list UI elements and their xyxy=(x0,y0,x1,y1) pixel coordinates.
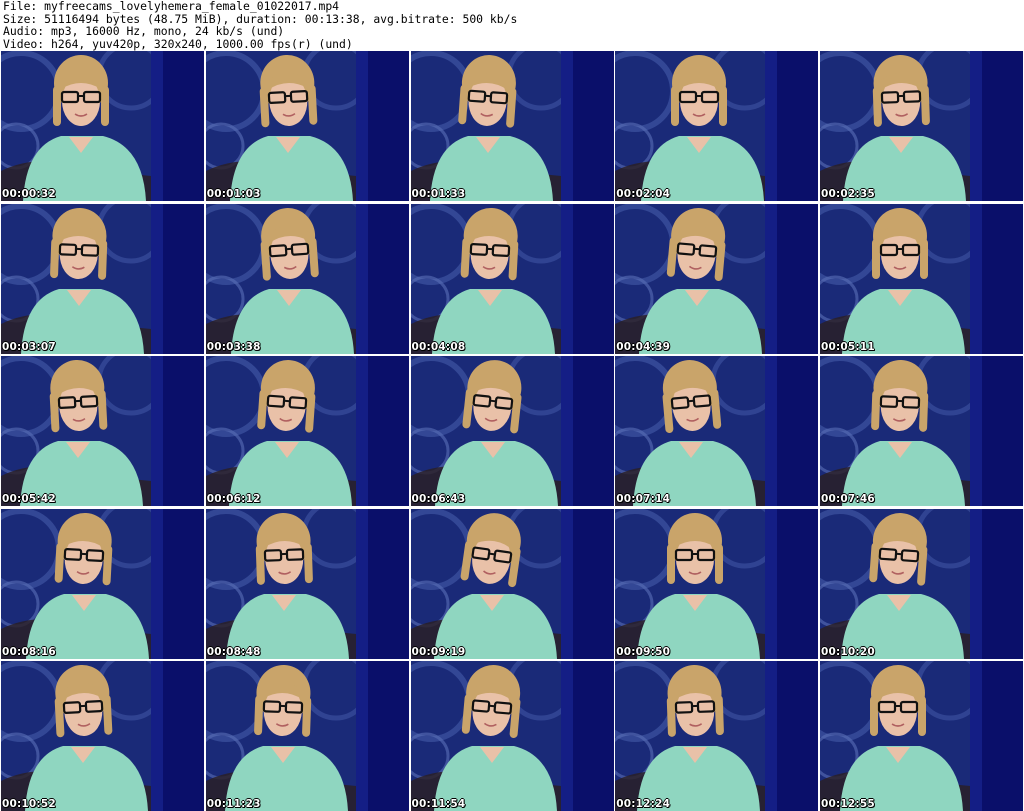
webcam-frame-image xyxy=(820,661,1023,811)
video-thumbnail: 00:02:04 xyxy=(615,51,819,201)
webcam-frame-image xyxy=(410,508,614,659)
webcam-frame-image xyxy=(1,661,204,811)
video-thumbnail: 00:09:19 xyxy=(410,508,614,659)
webcam-frame-image xyxy=(1,51,204,201)
frame-timestamp: 00:04:08 xyxy=(411,340,466,353)
webcam-frame-image xyxy=(205,51,409,201)
video-thumbnail: 00:08:16 xyxy=(1,508,204,659)
frame-timestamp: 00:03:07 xyxy=(2,340,56,353)
video-thumbnail: 00:12:55 xyxy=(820,661,1023,811)
webcam-frame-image xyxy=(1,508,204,659)
frame-timestamp: 00:09:50 xyxy=(616,645,671,658)
frame-timestamp: 00:01:03 xyxy=(206,188,261,200)
frame-timestamp: 00:05:42 xyxy=(2,493,56,505)
frame-timestamp: 00:08:16 xyxy=(2,645,56,658)
webcam-frame-image xyxy=(615,51,819,201)
webcam-frame-image xyxy=(410,203,614,354)
frame-timestamp: 00:04:39 xyxy=(616,340,671,353)
frame-timestamp: 00:07:46 xyxy=(821,493,875,505)
webcam-frame-image xyxy=(410,356,614,506)
frame-timestamp: 00:07:14 xyxy=(616,493,671,505)
video-thumbnail: 00:12:24 xyxy=(615,661,819,811)
video-thumbnail: 00:01:03 xyxy=(205,51,409,201)
webcam-frame-image xyxy=(615,661,819,811)
frame-timestamp: 00:12:24 xyxy=(616,798,671,810)
video-thumbnail: 00:03:38 xyxy=(205,203,409,354)
frame-timestamp: 00:08:48 xyxy=(206,645,261,658)
webcam-frame-image xyxy=(615,356,819,506)
frame-timestamp: 00:01:33 xyxy=(411,188,466,200)
webcam-frame-image xyxy=(820,356,1023,506)
video-thumbnail: 00:03:07 xyxy=(1,203,204,354)
video-thumbnail: 00:05:11 xyxy=(820,203,1023,354)
webcam-frame-image xyxy=(1,356,204,506)
frame-timestamp: 00:11:23 xyxy=(206,798,261,810)
frame-timestamp: 00:10:20 xyxy=(821,645,875,658)
frame-timestamp: 00:06:12 xyxy=(206,493,261,505)
video-thumbnail: 00:04:39 xyxy=(615,203,819,354)
video-thumbnail: 00:06:43 xyxy=(410,356,614,506)
video-info-line: Video: h264, yuv420p, 320x240, 1000.00 f… xyxy=(3,36,353,51)
video-thumbnail: 00:00:32 xyxy=(1,51,204,201)
video-thumbnail: 00:04:08 xyxy=(410,203,614,354)
file-name-line: File: myfreecams_lovelyhemera_female_010… xyxy=(3,0,340,13)
video-thumbnail: 00:10:20 xyxy=(820,508,1023,659)
webcam-frame-image xyxy=(205,356,409,506)
video-thumbnail: 00:06:12 xyxy=(205,356,409,506)
webcam-frame-image xyxy=(820,51,1023,201)
video-thumbnail: 00:02:35 xyxy=(820,51,1023,201)
video-thumbnail: 00:05:42 xyxy=(1,356,204,506)
frame-timestamp: 00:10:52 xyxy=(2,798,56,810)
webcam-frame-image xyxy=(410,51,614,201)
webcam-frame-image xyxy=(410,661,614,811)
webcam-frame-image xyxy=(820,203,1023,354)
frame-timestamp: 00:06:43 xyxy=(411,493,466,505)
frame-timestamp: 00:03:38 xyxy=(206,340,261,353)
frame-timestamp: 00:02:04 xyxy=(616,188,671,200)
webcam-frame-image xyxy=(615,508,819,659)
video-thumbnail: 00:11:54 xyxy=(410,661,614,811)
frame-timestamp: 00:05:11 xyxy=(821,340,875,353)
video-thumbnail: 00:11:23 xyxy=(205,661,409,811)
frame-timestamp: 00:11:54 xyxy=(411,798,466,810)
webcam-frame-image xyxy=(205,508,409,659)
webcam-frame-image xyxy=(205,661,409,811)
audio-info-line: Audio: mp3, 16000 Hz, mono, 24 kb/s (und… xyxy=(3,24,285,39)
webcam-frame-image xyxy=(615,203,819,354)
video-thumbnail: 00:10:52 xyxy=(1,661,204,811)
video-info-header: File: myfreecams_lovelyhemera_female_010… xyxy=(3,0,1021,50)
thumbnail-grid: 00:00:32 00:01:03 00:01:33 00:02:04 00:02:35… xyxy=(1,51,1023,811)
video-thumbnail: 00:07:14 xyxy=(615,356,819,506)
webcam-frame-image xyxy=(1,203,204,354)
webcam-frame-image xyxy=(205,203,409,354)
video-thumbnail: 00:01:33 xyxy=(410,51,614,201)
frame-timestamp: 00:09:19 xyxy=(411,645,466,658)
video-thumbnail: 00:07:46 xyxy=(820,356,1023,506)
webcam-frame-image xyxy=(820,508,1023,659)
frame-timestamp: 00:02:35 xyxy=(821,188,875,200)
video-thumbnail: 00:08:48 xyxy=(205,508,409,659)
video-thumbnail: 00:09:50 xyxy=(615,508,819,659)
frame-timestamp: 00:00:32 xyxy=(2,188,56,200)
frame-timestamp: 00:12:55 xyxy=(821,798,875,810)
